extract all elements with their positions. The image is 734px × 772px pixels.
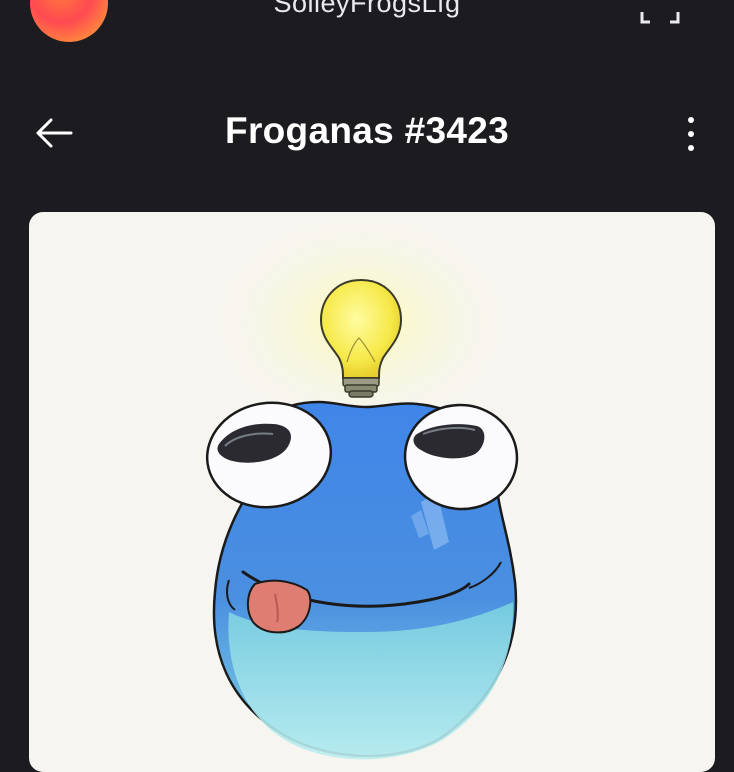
- top-bar: SolleyFrogsLfg: [0, 0, 734, 60]
- expand-icon[interactable]: [640, 2, 680, 26]
- wallet-name[interactable]: SolleyFrogsLfg: [0, 0, 734, 19]
- nft-image-card[interactable]: [29, 212, 715, 772]
- vertical-ellipsis-icon[interactable]: [676, 114, 706, 154]
- nft-frog-artwork: [205, 212, 519, 760]
- page-title: Froganas #3423: [225, 110, 509, 151]
- page-header: Froganas #3423: [0, 104, 734, 162]
